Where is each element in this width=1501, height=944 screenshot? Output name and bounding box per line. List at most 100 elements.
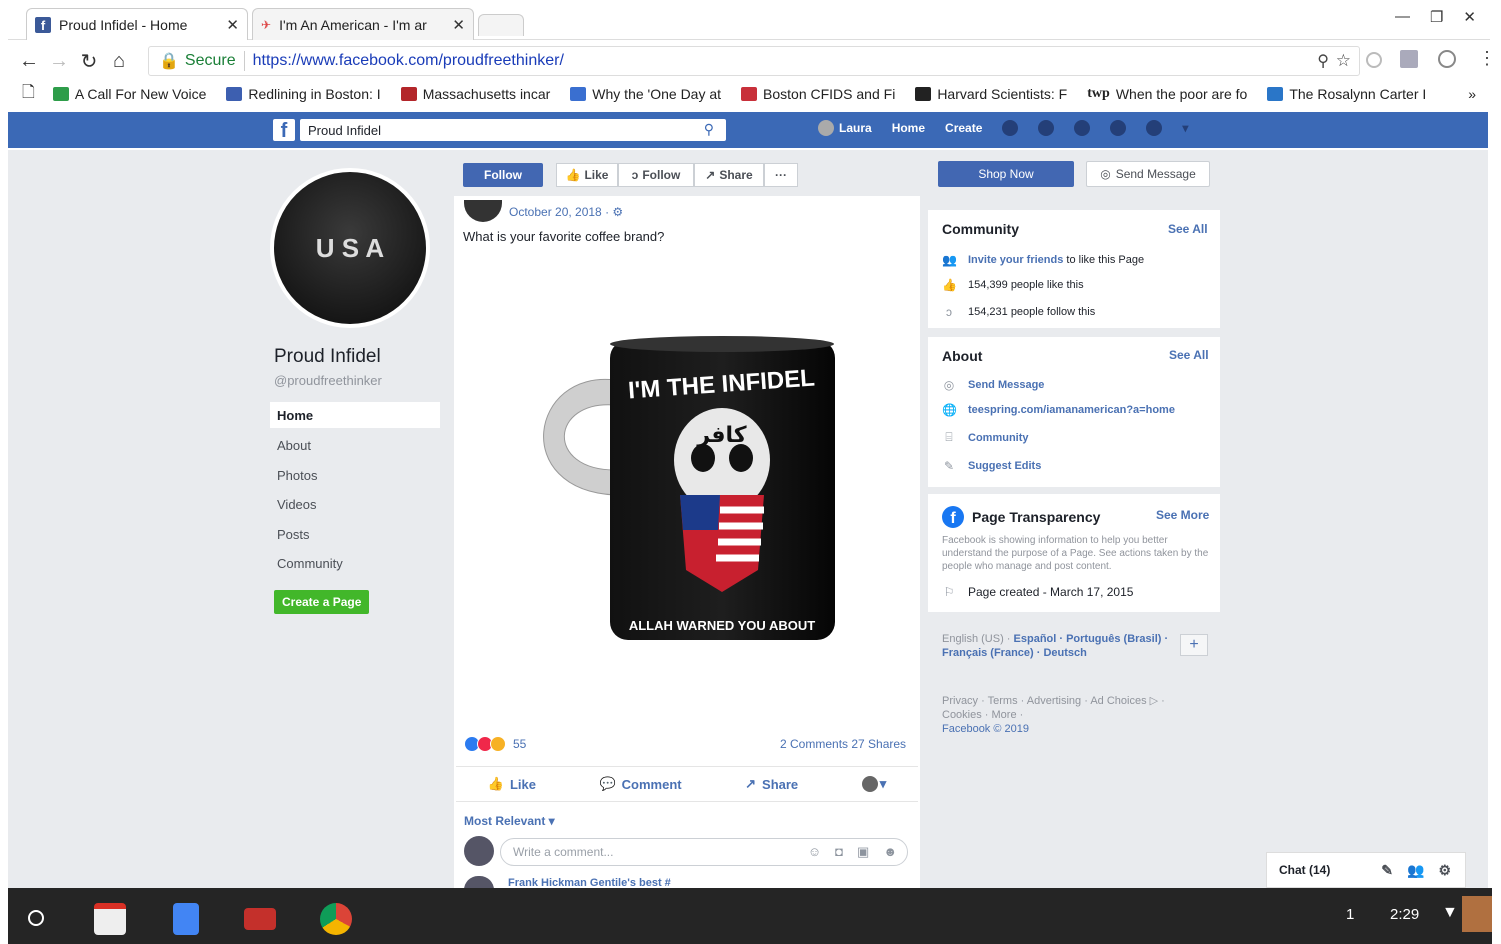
restore-icon[interactable]: ❐ (1430, 8, 1443, 26)
bookmark-item[interactable]: twp When the poor are fo (1087, 86, 1247, 102)
profile-link[interactable]: Laura (818, 120, 872, 136)
page-nav-about[interactable]: About (270, 432, 440, 458)
bookmark-item[interactable]: Boston CFIDS and Fi (741, 86, 895, 102)
comments-shares-count[interactable]: 2 Comments 27 Shares (780, 737, 906, 751)
back-arrow-icon[interactable]: ← (14, 50, 44, 73)
shop-now-button[interactable]: Shop Now (938, 161, 1074, 187)
gear-icon[interactable]: ⚙ (1438, 862, 1451, 879)
community-title: Community (942, 221, 1019, 237)
facebook-logo-icon[interactable]: f (273, 119, 295, 141)
more-options-button[interactable]: ··· (764, 163, 798, 187)
home-icon[interactable]: ⌂ (104, 50, 134, 73)
more-bookmarks-icon[interactable]: » (1468, 86, 1476, 102)
page-nav-home[interactable]: Home (270, 402, 440, 428)
close-window-icon[interactable]: ✕ (1463, 8, 1476, 26)
create-page-button[interactable]: Create a Page (274, 590, 370, 614)
comment-input[interactable]: Write a comment... ☺ ◘ ▣ ☻ (500, 838, 908, 866)
notification-count[interactable]: 1 (1346, 906, 1354, 923)
footer-links: Privacy · Terms · Advertising · Ad Choic… (942, 695, 1165, 735)
help-icon[interactable] (1146, 120, 1163, 136)
youtube-icon[interactable] (244, 908, 276, 930)
tab-proud-infidel[interactable]: f Proud Infidel - Home ✕ (26, 8, 248, 40)
reactions-summary[interactable]: 55 (464, 736, 526, 752)
page-title[interactable]: Proud Infidel (274, 346, 381, 368)
post-like-button[interactable]: 👍 Like (488, 776, 536, 792)
clock[interactable]: 2:29 (1390, 906, 1419, 923)
comment-sort-dropdown[interactable]: Most Relevant ▾ (464, 814, 555, 828)
send-message-button[interactable]: ◎ Send Message (1086, 161, 1210, 187)
close-tab-icon[interactable]: ✕ (452, 16, 465, 34)
follow-button[interactable]: ↄ Follow (618, 163, 694, 187)
language-links[interactable]: English (US) · Español · Português (Bras… (942, 632, 1182, 660)
reload-icon[interactable]: ↻ (74, 49, 104, 74)
mug-image[interactable]: I'M THE INFIDEL كافر ALLAH WARNED YOU AB… (520, 330, 860, 650)
chat-bar[interactable]: Chat (14) ✎ 👥 ⚙ (1266, 852, 1466, 888)
tab-im-an-american[interactable]: ✈ I'm An American - I'm ar ✕ (252, 8, 474, 40)
docs-icon[interactable] (173, 903, 199, 935)
address-bar[interactable]: 🔒 Secure https://www.facebook.com/proudf… (148, 46, 1360, 76)
notifications-icon[interactable] (1074, 120, 1091, 136)
avatar[interactable] (1462, 896, 1492, 932)
extension-icon[interactable] (1400, 50, 1418, 68)
gif-icon[interactable]: ▣ (857, 844, 869, 860)
community-see-all-link[interactable]: See All (1168, 222, 1208, 236)
close-tab-icon[interactable]: ✕ (226, 16, 239, 34)
page-profile-picture[interactable]: U S A (270, 168, 430, 328)
bookmark-item[interactable]: Redlining in Boston: I (226, 86, 381, 102)
like-page-button[interactable]: 👍 Like (556, 163, 618, 187)
page-nav-community[interactable]: Community (270, 550, 440, 576)
page-icon[interactable]: 🗋 (22, 81, 35, 108)
post-comment-button[interactable]: 💬 Comment (599, 776, 681, 792)
minimize-icon[interactable]: — (1395, 8, 1410, 26)
extension-icon[interactable] (1438, 50, 1456, 68)
facebook-circle-icon: f (942, 506, 964, 528)
launcher-icon[interactable] (28, 910, 44, 926)
pages-icon[interactable] (1110, 120, 1127, 136)
zoom-icon[interactable]: ⚲ (1317, 51, 1329, 71)
tab-title: I'm An American - I'm ar (279, 16, 427, 33)
friend-requests-icon[interactable] (1002, 120, 1019, 136)
bookmark-item[interactable]: Harvard Scientists: F (915, 86, 1067, 102)
add-language-button[interactable]: + (1180, 634, 1208, 656)
page-nav-photos[interactable]: Photos (270, 462, 440, 488)
chrome-menu-icon[interactable]: ⋮ (1478, 48, 1496, 69)
new-group-icon[interactable]: 👥 (1407, 862, 1424, 879)
dropdown-arrow-icon[interactable]: ▾ (1182, 121, 1188, 135)
bookmark-item[interactable]: Massachusetts incar (400, 86, 550, 102)
secure-indicator[interactable]: 🔒 Secure (159, 51, 245, 71)
transparency-see-more-link[interactable]: See More (1156, 508, 1209, 522)
search-icon[interactable]: ⚲ (704, 121, 714, 138)
share-page-button[interactable]: ↗ Share (694, 163, 764, 187)
follow-primary-button[interactable]: Follow (463, 163, 543, 187)
bookmark-item[interactable]: Why the 'One Day at (570, 86, 721, 102)
messenger-icon[interactable] (1038, 120, 1055, 136)
bookmark-star-icon[interactable]: ☆ (1336, 51, 1351, 71)
about-see-all-link[interactable]: See All (1169, 348, 1209, 362)
extension-icon[interactable] (1366, 52, 1382, 68)
invite-friends-link[interactable]: Invite your friends (968, 254, 1063, 266)
blue-square-icon (570, 87, 587, 101)
bookmark-item[interactable]: A Call For New Voice (52, 86, 206, 102)
chrome-icon[interactable] (320, 903, 352, 935)
comment-tools: ☺ ◘ ▣ ☻ (808, 844, 897, 860)
wifi-icon[interactable]: ▼ (1442, 904, 1458, 922)
compose-icon[interactable]: ✎ (1381, 862, 1393, 879)
post-share-button[interactable]: ↗ Share (745, 776, 798, 792)
forward-arrow-icon[interactable]: → (44, 50, 74, 73)
post-timestamp[interactable]: October 20, 2018 · ⚙ (509, 205, 623, 219)
emoji-icon[interactable]: ☺ (808, 844, 821, 860)
camera-icon[interactable]: ◘ (835, 844, 843, 860)
post-as-selector[interactable]: ▾ (861, 776, 886, 792)
page-nav-videos[interactable]: Videos (270, 491, 440, 517)
facebook-search-input[interactable]: Proud Infidel ⚲ (300, 119, 726, 141)
new-tab-button[interactable] (478, 14, 524, 36)
create-link[interactable]: Create (945, 121, 982, 135)
bookmark-item[interactable]: The Rosalynn Carter I (1267, 86, 1426, 102)
home-link[interactable]: Home (892, 121, 925, 135)
sticker-icon[interactable]: ☻ (883, 844, 897, 860)
gmail-icon[interactable] (94, 903, 126, 935)
page-handle[interactable]: @proudfreethinker (274, 373, 382, 388)
red-a-icon (400, 87, 417, 101)
messenger-icon: ◎ (943, 378, 955, 392)
page-nav-posts[interactable]: Posts (270, 521, 440, 547)
